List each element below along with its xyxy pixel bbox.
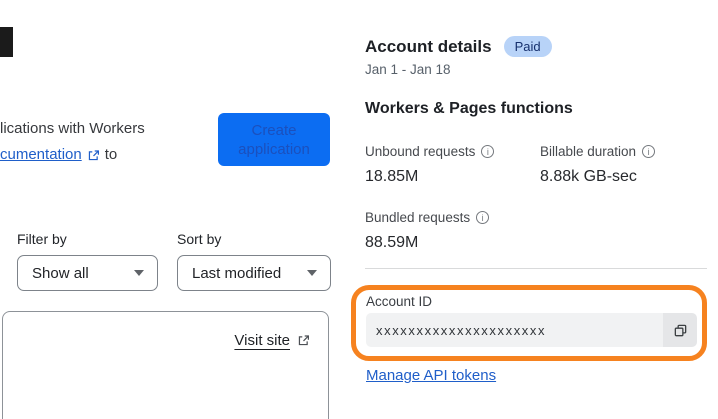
chevron-down-icon <box>307 270 317 276</box>
documentation-link[interactable]: cumentation <box>0 142 82 168</box>
external-link-icon <box>297 334 310 347</box>
create-application-label-line1: Create <box>251 121 297 139</box>
intro-paragraph: lications with Workers cumentation to <box>0 116 145 168</box>
divider <box>365 268 707 269</box>
project-card: Visit site <box>2 311 329 419</box>
stat-label-row: Unbound requests i <box>365 144 535 159</box>
date-range: Jan 1 - Jan 18 <box>365 62 451 77</box>
plan-badge: Paid <box>503 36 552 57</box>
functions-section-title: Workers & Pages functions <box>365 100 573 117</box>
filter-by-label: Filter by <box>17 231 67 247</box>
stat-value: 18.85M <box>365 168 419 185</box>
stat-label-row: Bundled requests i <box>365 210 535 225</box>
stat-unbound-requests: Unbound requests i 18.85M <box>365 144 535 186</box>
visit-site: Visit site <box>234 332 310 349</box>
sort-dropdown[interactable]: Last modified <box>177 255 331 291</box>
visit-site-link[interactable]: Visit site <box>234 332 290 349</box>
create-application-button[interactable]: Create application <box>218 113 330 166</box>
filter-dropdown-value: Show all <box>32 264 89 282</box>
info-icon[interactable]: i <box>642 145 656 158</box>
stat-value: 8.88k GB-sec <box>540 168 637 185</box>
dashboard-screen: lications with Workers cumentation to Cr… <box>0 0 718 419</box>
account-details-title: Account details <box>365 36 492 56</box>
create-application-label-line2: application <box>238 140 310 158</box>
stat-label: Billable duration <box>540 144 637 159</box>
copy-icon <box>673 323 688 338</box>
account-id-input[interactable] <box>366 313 663 347</box>
stat-billable-duration: Billable duration i 8.88k GB-sec <box>540 144 710 186</box>
account-id-label: Account ID <box>366 294 433 309</box>
copy-button[interactable] <box>663 313 697 347</box>
info-icon[interactable]: i <box>476 211 490 224</box>
stat-label: Unbound requests <box>365 144 476 159</box>
sort-dropdown-value: Last modified <box>192 264 282 282</box>
info-icon[interactable]: i <box>481 145 495 158</box>
clipped-dark-element <box>0 27 13 57</box>
external-link-icon <box>87 149 100 162</box>
chevron-down-icon <box>134 270 144 276</box>
sort-by-label: Sort by <box>177 231 222 247</box>
account-id-group <box>366 313 697 347</box>
account-details-header: Account details Paid <box>365 36 552 57</box>
intro-line-2: cumentation to <box>0 142 145 168</box>
stat-label-row: Billable duration i <box>540 144 710 159</box>
stat-bundled-requests: Bundled requests i 88.59M <box>365 210 535 252</box>
stat-value: 88.59M <box>365 234 419 251</box>
intro-line-1: lications with Workers <box>0 120 145 137</box>
stat-label: Bundled requests <box>365 210 471 225</box>
manage-api-tokens-link[interactable]: Manage API tokens <box>366 367 496 384</box>
intro-line-2-suffix: to <box>104 146 118 163</box>
filter-dropdown[interactable]: Show all <box>17 255 158 291</box>
